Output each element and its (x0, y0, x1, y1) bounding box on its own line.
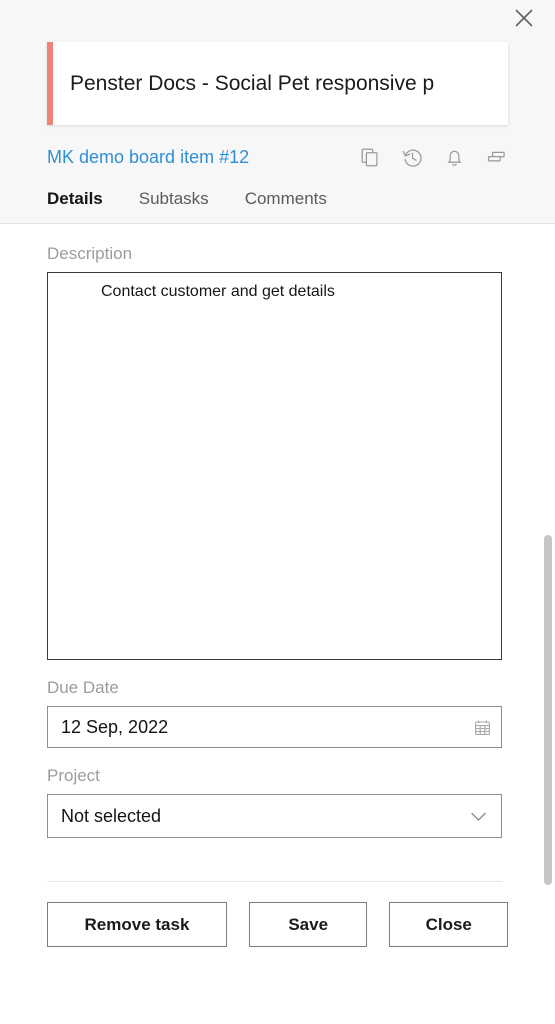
project-select[interactable]: Not selected (47, 794, 502, 838)
close-row (0, 0, 555, 36)
footer-divider (47, 881, 502, 882)
dialog-body: Description Due Date 12 Sep, 2022 Projec… (0, 224, 555, 1024)
board-item-link[interactable]: MK demo board item #12 (47, 147, 249, 168)
copy-icon[interactable] (359, 146, 382, 169)
remove-task-button[interactable]: Remove task (47, 902, 227, 947)
tab-comments[interactable]: Comments (245, 189, 327, 209)
project-select-value: Not selected (61, 805, 162, 826)
cards-icon[interactable] (485, 146, 508, 169)
save-button[interactable]: Save (248, 902, 368, 947)
header-icon-group (359, 146, 508, 169)
dialog-tabs: Details Subtasks Comments (47, 185, 508, 213)
calendar-icon[interactable] (473, 718, 491, 736)
task-title-input[interactable] (53, 42, 508, 125)
project-label: Project (47, 766, 100, 785)
close-icon[interactable] (509, 3, 539, 33)
task-detail-dialog: MK demo board item #12 (0, 0, 555, 1024)
vertical-scrollbar[interactable] (540, 244, 555, 1024)
dialog-footer-buttons: Remove task Save Close (47, 902, 509, 947)
due-date-field[interactable]: 12 Sep, 2022 (47, 706, 502, 748)
description-label: Description (47, 244, 133, 263)
tab-subtasks[interactable]: Subtasks (139, 189, 209, 209)
description-textarea[interactable] (47, 272, 502, 660)
dialog-header: MK demo board item #12 (0, 0, 555, 224)
dialog-meta-row: MK demo board item #12 (47, 143, 508, 171)
chevron-down-icon[interactable] (467, 805, 489, 827)
due-date-value: 12 Sep, 2022 (61, 716, 169, 737)
task-title-field (47, 42, 508, 125)
tab-details[interactable]: Details (47, 189, 103, 209)
close-button[interactable]: Close (389, 902, 509, 947)
scrollbar-thumb[interactable] (544, 535, 552, 885)
bell-icon[interactable] (443, 146, 466, 169)
due-date-label: Due Date (47, 678, 119, 697)
history-icon[interactable] (401, 146, 424, 169)
